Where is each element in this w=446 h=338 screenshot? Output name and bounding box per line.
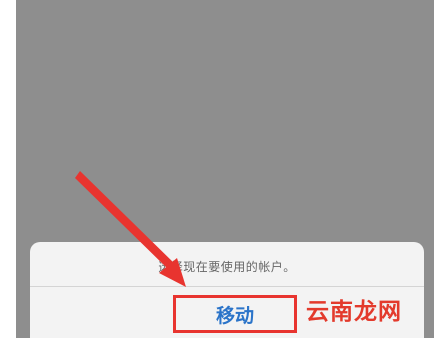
move-button[interactable]: 移动: [173, 295, 297, 333]
sheet-prompt-text: 选择现在要使用的帐户。: [158, 260, 296, 274]
sheet-divider: [30, 286, 424, 287]
watermark-logo: 云南龙网: [306, 298, 402, 325]
screenshot-canvas: 选择现在要使用的帐户。 移动 云南龙网: [0, 0, 446, 338]
